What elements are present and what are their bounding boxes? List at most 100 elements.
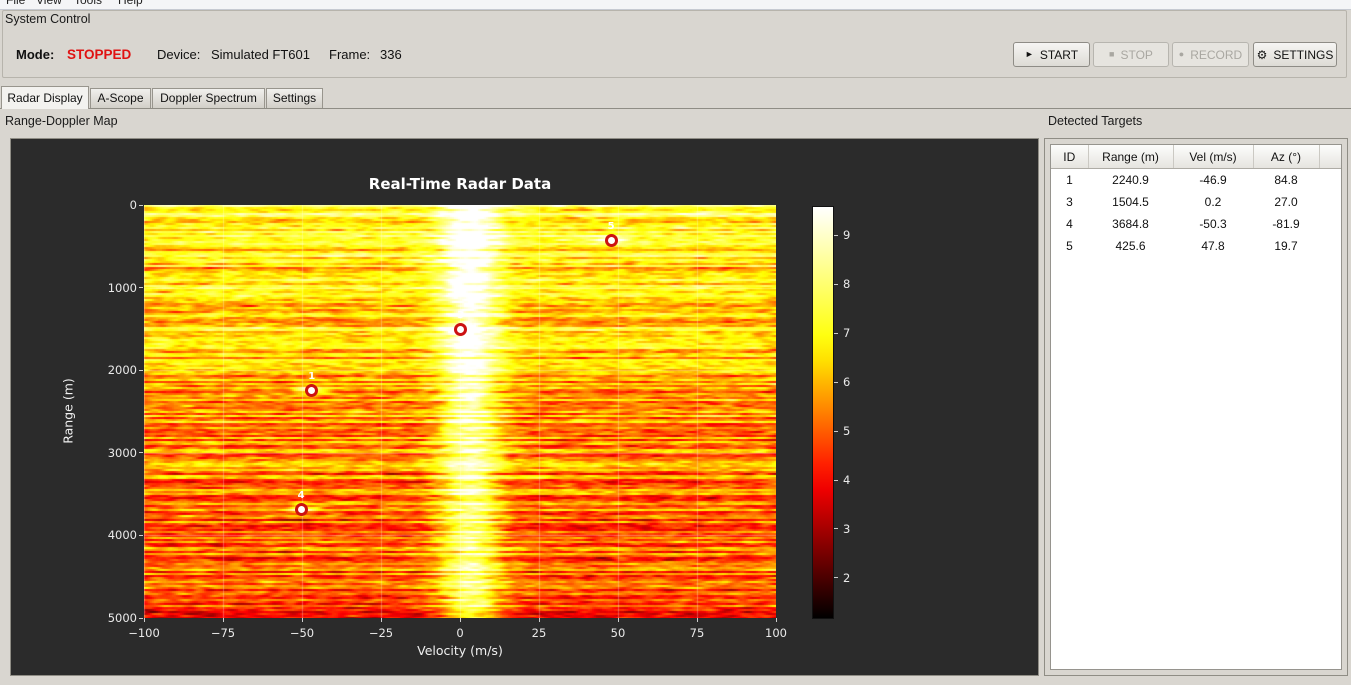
table-cell: -46.9 — [1199, 173, 1227, 187]
table-cell: 2240.9 — [1112, 173, 1149, 187]
colorbar-tick-label: 6 — [843, 375, 851, 390]
settings-button[interactable]: ⚙ SETTINGS — [1253, 42, 1337, 67]
plot-title: Real-Time Radar Data — [368, 175, 552, 193]
play-icon: ► — [1024, 49, 1034, 59]
table-row[interactable]: 1 2240.9 -46.9 84.8 — [1051, 169, 1341, 192]
x-tick-mark — [538, 618, 540, 622]
y-tick-label: 2000 — [107, 363, 137, 378]
table-cell: 19.7 — [1274, 239, 1298, 253]
x-tick-mark — [380, 618, 382, 622]
device-label: Device: — [157, 47, 201, 62]
y-tick-label: 1000 — [107, 280, 137, 295]
colorbar-tick-label: 7 — [843, 326, 851, 341]
y-tick-mark — [139, 204, 143, 206]
frame-value: 336 — [380, 47, 402, 62]
menu-tools[interactable]: Tools — [74, 0, 102, 7]
table-row[interactable]: 4 3684.8 -50.3 -81.9 — [1051, 213, 1341, 235]
targets-column-header[interactable]: Vel (m/s) — [1173, 145, 1254, 169]
tab-settings[interactable]: Settings — [266, 88, 323, 108]
mode-label: Mode: — [16, 47, 55, 62]
tab-bar: Radar Display A-Scope Doppler Spectrum S… — [0, 86, 1351, 109]
target-marker-label: 4 — [297, 490, 305, 502]
colorbar-tick-mark — [834, 577, 838, 579]
table-cell: 5 — [1066, 239, 1073, 253]
colorbar-tick-label: 8 — [843, 277, 851, 292]
target-marker-label: 5 — [607, 221, 615, 233]
device-value: Simulated FT601 — [211, 47, 310, 62]
targets-table-wrap: ID Range (m) Vel (m/s) Az (°) 1 2240.9 -46.9 8… — [1050, 144, 1342, 670]
target-marker-label: 3 — [457, 310, 465, 322]
colorbar-tick-mark — [834, 479, 838, 481]
record-button[interactable]: ● RECORD — [1172, 42, 1249, 67]
colorbar-tick-mark — [834, 332, 838, 334]
colorbar-tick-mark — [834, 234, 838, 236]
system-control-label: System Control — [3, 12, 95, 26]
table-cell: 0.2 — [1204, 195, 1222, 209]
y-tick-label: 4000 — [107, 528, 137, 543]
colorbar-tick-mark — [834, 381, 838, 383]
targets-column-header[interactable]: ID — [1051, 145, 1089, 169]
table-row[interactable]: 3 1504.5 0.2 27.0 — [1051, 191, 1341, 213]
table-cell: 84.8 — [1274, 173, 1298, 187]
colorbar-tick-mark — [834, 430, 838, 432]
table-row[interactable]: 5 425.6 47.8 19.7 — [1051, 235, 1341, 257]
menu-file[interactable]: File — [6, 0, 25, 7]
start-button[interactable]: ► START — [1013, 42, 1090, 67]
target-marker — [294, 502, 308, 516]
x-tick-mark — [459, 618, 461, 622]
targets-column-header[interactable]: Az (°) — [1253, 145, 1320, 169]
x-tick-mark — [775, 618, 777, 622]
frame-label: Frame: — [329, 47, 371, 62]
target-marker — [604, 233, 618, 247]
y-tick-mark — [139, 287, 143, 289]
colorbar-tick-label: 9 — [843, 228, 851, 243]
table-cell: 4 — [1066, 217, 1073, 231]
x-tick-label: −75 — [210, 626, 236, 640]
table-cell: 3 — [1066, 195, 1073, 209]
target-marker — [305, 383, 319, 397]
x-tick-mark — [143, 618, 145, 622]
stop-icon: ■ — [1109, 49, 1115, 59]
table-cell: -81.9 — [1272, 217, 1300, 231]
colorbar-tick-label: 3 — [843, 521, 851, 536]
table-cell: 47.8 — [1201, 239, 1225, 253]
y-axis-label: Range (m) — [60, 378, 76, 444]
x-tick-mark — [301, 618, 303, 622]
x-tick-label: −100 — [128, 626, 160, 640]
x-tick-label: −50 — [289, 626, 315, 640]
target-marker-label: 1 — [308, 371, 316, 383]
range-doppler-heatmap — [144, 205, 776, 618]
radar-app-window: File View Tools Help System Control Mode… — [0, 0, 1351, 685]
y-tick-label: 0 — [129, 198, 137, 212]
x-tick-mark — [617, 618, 619, 622]
menu-bar: File View Tools Help — [0, 0, 1351, 10]
table-cell: 425.6 — [1115, 239, 1146, 253]
target-marker — [454, 322, 468, 336]
y-tick-mark — [139, 534, 143, 536]
menu-help[interactable]: Help — [118, 0, 143, 7]
tab-doppler-spectrum[interactable]: Doppler Spectrum — [152, 88, 265, 108]
colorbar-tick-label: 4 — [843, 473, 851, 487]
y-tick-mark — [139, 452, 143, 454]
table-cell: 27.0 — [1274, 195, 1298, 209]
colorbar-tick-mark — [834, 283, 838, 285]
stop-button[interactable]: ■ STOP — [1093, 42, 1169, 67]
record-icon: ● — [1178, 49, 1185, 59]
x-tick-label: 75 — [689, 626, 705, 640]
menu-view[interactable]: View — [36, 0, 62, 7]
table-cell: -50.3 — [1199, 217, 1227, 231]
range-doppler-map-label: Range-Doppler Map — [5, 114, 118, 128]
table-cell: 1504.5 — [1112, 195, 1149, 209]
tab-a-scope[interactable]: A-Scope — [90, 88, 151, 108]
range-doppler-plot: Real-Time Radar Data Range (m) Velocity … — [10, 138, 1039, 676]
x-tick-label: 100 — [765, 626, 787, 640]
tab-radar-display[interactable]: Radar Display — [1, 86, 89, 109]
x-tick-label: 25 — [531, 626, 547, 640]
colorbar-tick-label: 2 — [843, 570, 851, 585]
detected-targets-label: Detected Targets — [1048, 114, 1143, 128]
tab-content: Range-Doppler Map Detected Targets Real-… — [0, 108, 1351, 685]
y-tick-label: 5000 — [107, 611, 137, 625]
targets-column-header[interactable]: Range (m) — [1088, 145, 1174, 169]
colorbar-tick-mark — [834, 528, 838, 530]
table-cell: 1 — [1066, 173, 1073, 187]
